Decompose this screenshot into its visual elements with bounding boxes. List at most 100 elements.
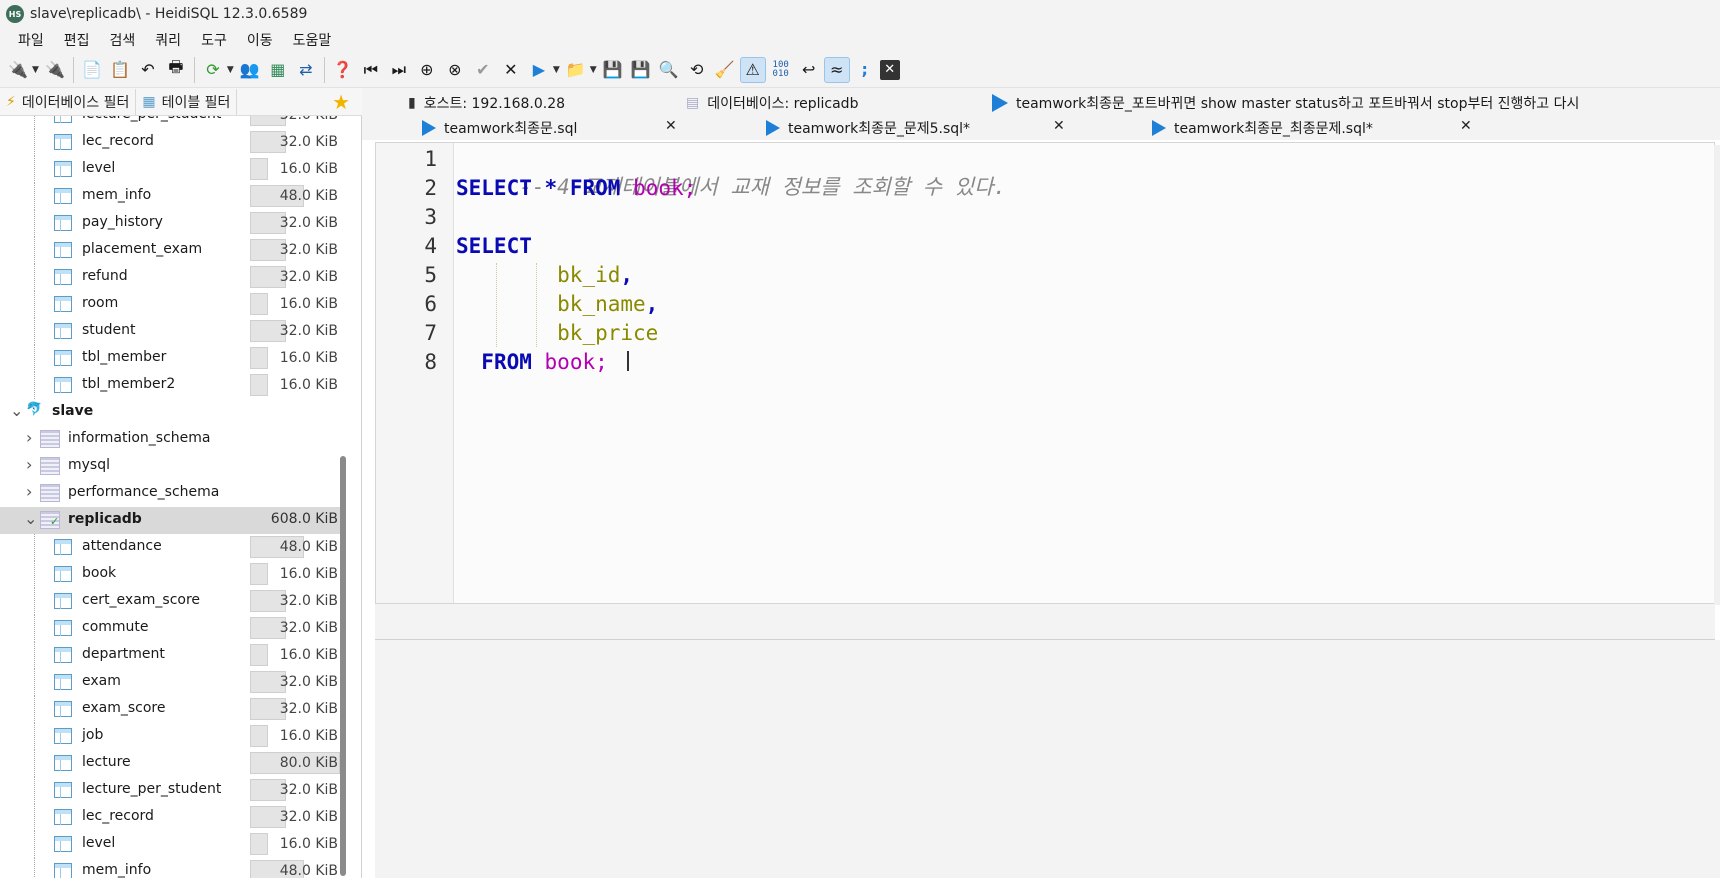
tree-table-row[interactable]: pay_history 32.0 KiB	[0, 210, 346, 237]
menu-file[interactable]: 파일	[8, 30, 54, 50]
collapse-icon[interactable]: ⌄	[10, 401, 23, 420]
tree-table-row[interactable]: attendance 48.0 KiB	[0, 534, 346, 561]
menu-help[interactable]: 도움말	[283, 30, 342, 50]
table-name-label: level	[82, 835, 116, 851]
menu-search[interactable]: 검색	[100, 30, 146, 50]
tree-database-row[interactable]: › information_schema	[0, 426, 346, 453]
post-record-icon[interactable]: ✔	[470, 57, 496, 83]
table-size-text: 32.0 KiB	[279, 242, 338, 258]
tree-table-row[interactable]: level 16.0 KiB	[0, 156, 346, 183]
semicolon-delimiter-icon[interactable]: ;	[852, 57, 878, 83]
paste-icon[interactable]: 📋	[107, 57, 133, 83]
open-file-icon[interactable]: 📁	[563, 57, 589, 83]
sql-editor[interactable]: 1 2 3 4 5 6 7 8 -- 4 교재테이블에서 교재 정보를 조회할 …	[375, 142, 1715, 604]
tree-table-row[interactable]: lec_record 32.0 KiB	[0, 129, 346, 156]
heidisql-app-icon: HS	[6, 5, 24, 23]
tree-table-row[interactable]: exam 32.0 KiB	[0, 669, 346, 696]
tree-table-row[interactable]: cert_exam_score 32.0 KiB	[0, 588, 346, 615]
query-tab-play-icon	[422, 120, 436, 136]
tree-table-row[interactable]: tbl_member2 16.0 KiB	[0, 372, 346, 399]
host-info[interactable]: ▮ 호스트: 192.168.0.28	[408, 93, 565, 113]
tree-table-row[interactable]: book 16.0 KiB	[0, 561, 346, 588]
undo-icon[interactable]: ↶	[135, 57, 161, 83]
first-record-icon[interactable]: ⏮	[358, 57, 384, 83]
expand-icon[interactable]: ›	[26, 482, 32, 501]
close-tab-icon[interactable]: ✕	[879, 59, 900, 80]
tree-scrollbar[interactable]	[340, 456, 346, 876]
tab-teamwork-main[interactable]: teamwork최종문.sql	[422, 116, 577, 140]
tree-server-slave[interactable]: ⌄ 🐬 slave	[0, 399, 346, 426]
binary-mode-icon[interactable]: 100 010	[768, 57, 794, 83]
connect-icon[interactable]: 🔌	[5, 57, 31, 83]
editor-results-splitter[interactable]	[375, 604, 1715, 640]
save-snippet-icon[interactable]: 💾	[628, 57, 654, 83]
open-file-dropdown-icon[interactable]: ▼	[590, 65, 597, 75]
column-name: bk_price	[557, 321, 659, 345]
tree-guide	[34, 723, 35, 750]
tree-table-row[interactable]: lecture_per_student 32.0 KiB	[0, 116, 346, 129]
tree-database-replicadb[interactable]: ⌄ ✓ replicadb 608.0 KiB	[0, 507, 346, 534]
table-filter-button[interactable]: ▦ 테이블 필터	[136, 88, 238, 115]
tree-table-row[interactable]: student 32.0 KiB	[0, 318, 346, 345]
tree-table-row[interactable]: refund 32.0 KiB	[0, 264, 346, 291]
tab-teamwork-final[interactable]: teamwork최종문_최종문제.sql*	[1152, 116, 1373, 140]
toolbar-separator	[193, 56, 195, 83]
tree-table-row[interactable]: job 16.0 KiB	[0, 723, 346, 750]
tree-table-row[interactable]: room 16.0 KiB	[0, 291, 346, 318]
find-replace-icon[interactable]: ⟲	[684, 57, 710, 83]
tree-database-row[interactable]: › mysql	[0, 453, 346, 480]
connect-dropdown-icon[interactable]: ▼	[32, 65, 39, 75]
auto-refresh-icon[interactable]: ≈	[823, 56, 850, 83]
export-grid-icon[interactable]: ▦	[265, 57, 291, 83]
cancel-edit-icon[interactable]: ✕	[498, 57, 524, 83]
refresh-dropdown-icon[interactable]: ▼	[227, 65, 234, 75]
expand-icon[interactable]: ›	[26, 455, 32, 474]
close-tab-icon[interactable]: ✕	[1460, 118, 1472, 134]
tree-table-row[interactable]: department 16.0 KiB	[0, 642, 346, 669]
tree-table-row[interactable]: commute 32.0 KiB	[0, 615, 346, 642]
help-icon[interactable]: ❓	[330, 57, 356, 83]
database-filter-button[interactable]: ⚡ 데이터베이스 필터	[0, 88, 137, 115]
disconnect-icon[interactable]: 🔌	[42, 57, 68, 83]
close-tab-icon[interactable]: ✕	[1053, 118, 1065, 134]
tree-table-row[interactable]: level 16.0 KiB	[0, 831, 346, 858]
find-icon[interactable]: 🔍	[656, 57, 682, 83]
user-manager-icon[interactable]: 👥	[237, 57, 263, 83]
query-info[interactable]: teamwork최종문_포트바뀌면 show master status하고 포…	[992, 93, 1579, 113]
tree-database-row[interactable]: › performance_schema	[0, 480, 346, 507]
expand-icon[interactable]: ›	[26, 428, 32, 447]
menu-tools[interactable]: 도구	[191, 30, 237, 50]
database-info[interactable]: ▤ 데이터베이스: replicadb	[686, 93, 858, 113]
menu-edit[interactable]: 편집	[54, 30, 100, 50]
close-tab-icon[interactable]: ✕	[665, 118, 677, 134]
favorite-star-icon[interactable]: ★	[332, 90, 350, 114]
tab-teamwork-q5[interactable]: teamwork최종문_문제5.sql*	[766, 116, 970, 140]
copy-icon[interactable]: 📄	[79, 57, 105, 83]
stop-on-errors-icon[interactable]: ⚠	[739, 56, 766, 83]
tree-table-row[interactable]: lecture 80.0 KiB	[0, 750, 346, 777]
wrap-text-icon[interactable]: ↩	[796, 57, 822, 83]
editor-scrollbar[interactable]	[1714, 145, 1720, 605]
execute-dropdown-icon[interactable]: ▼	[553, 65, 560, 75]
tree-table-row[interactable]: tbl_member 16.0 KiB	[0, 345, 346, 372]
reformat-sql-icon[interactable]: 🧹	[712, 57, 738, 83]
insert-record-icon[interactable]: ⊕	[414, 57, 440, 83]
tree-table-row[interactable]: exam_score 32.0 KiB	[0, 696, 346, 723]
refresh-icon[interactable]: ⟳	[200, 57, 226, 83]
execute-query-icon[interactable]: ▶	[526, 57, 552, 83]
tree-table-row[interactable]: lecture_per_student 32.0 KiB	[0, 777, 346, 804]
synchronize-icon[interactable]: ⇄	[293, 57, 319, 83]
save-icon[interactable]: 💾	[600, 57, 626, 83]
tree-table-row[interactable]: placement_exam 32.0 KiB	[0, 237, 346, 264]
tree-table-row[interactable]: mem_info 48.0 KiB	[0, 858, 346, 878]
tree-table-row[interactable]: lec_record 32.0 KiB	[0, 804, 346, 831]
print-icon[interactable]: 🖶	[163, 57, 189, 83]
collapse-icon[interactable]: ⌄	[24, 509, 37, 528]
menu-go[interactable]: 이동	[237, 30, 283, 50]
delete-record-icon[interactable]: ⊗	[442, 57, 468, 83]
database-icon	[40, 457, 60, 475]
tree-table-row[interactable]: mem_info 48.0 KiB	[0, 183, 346, 210]
table-name-label: job	[82, 727, 104, 743]
menu-query[interactable]: 쿼리	[145, 30, 191, 50]
last-record-icon[interactable]: ⏭	[386, 57, 412, 83]
